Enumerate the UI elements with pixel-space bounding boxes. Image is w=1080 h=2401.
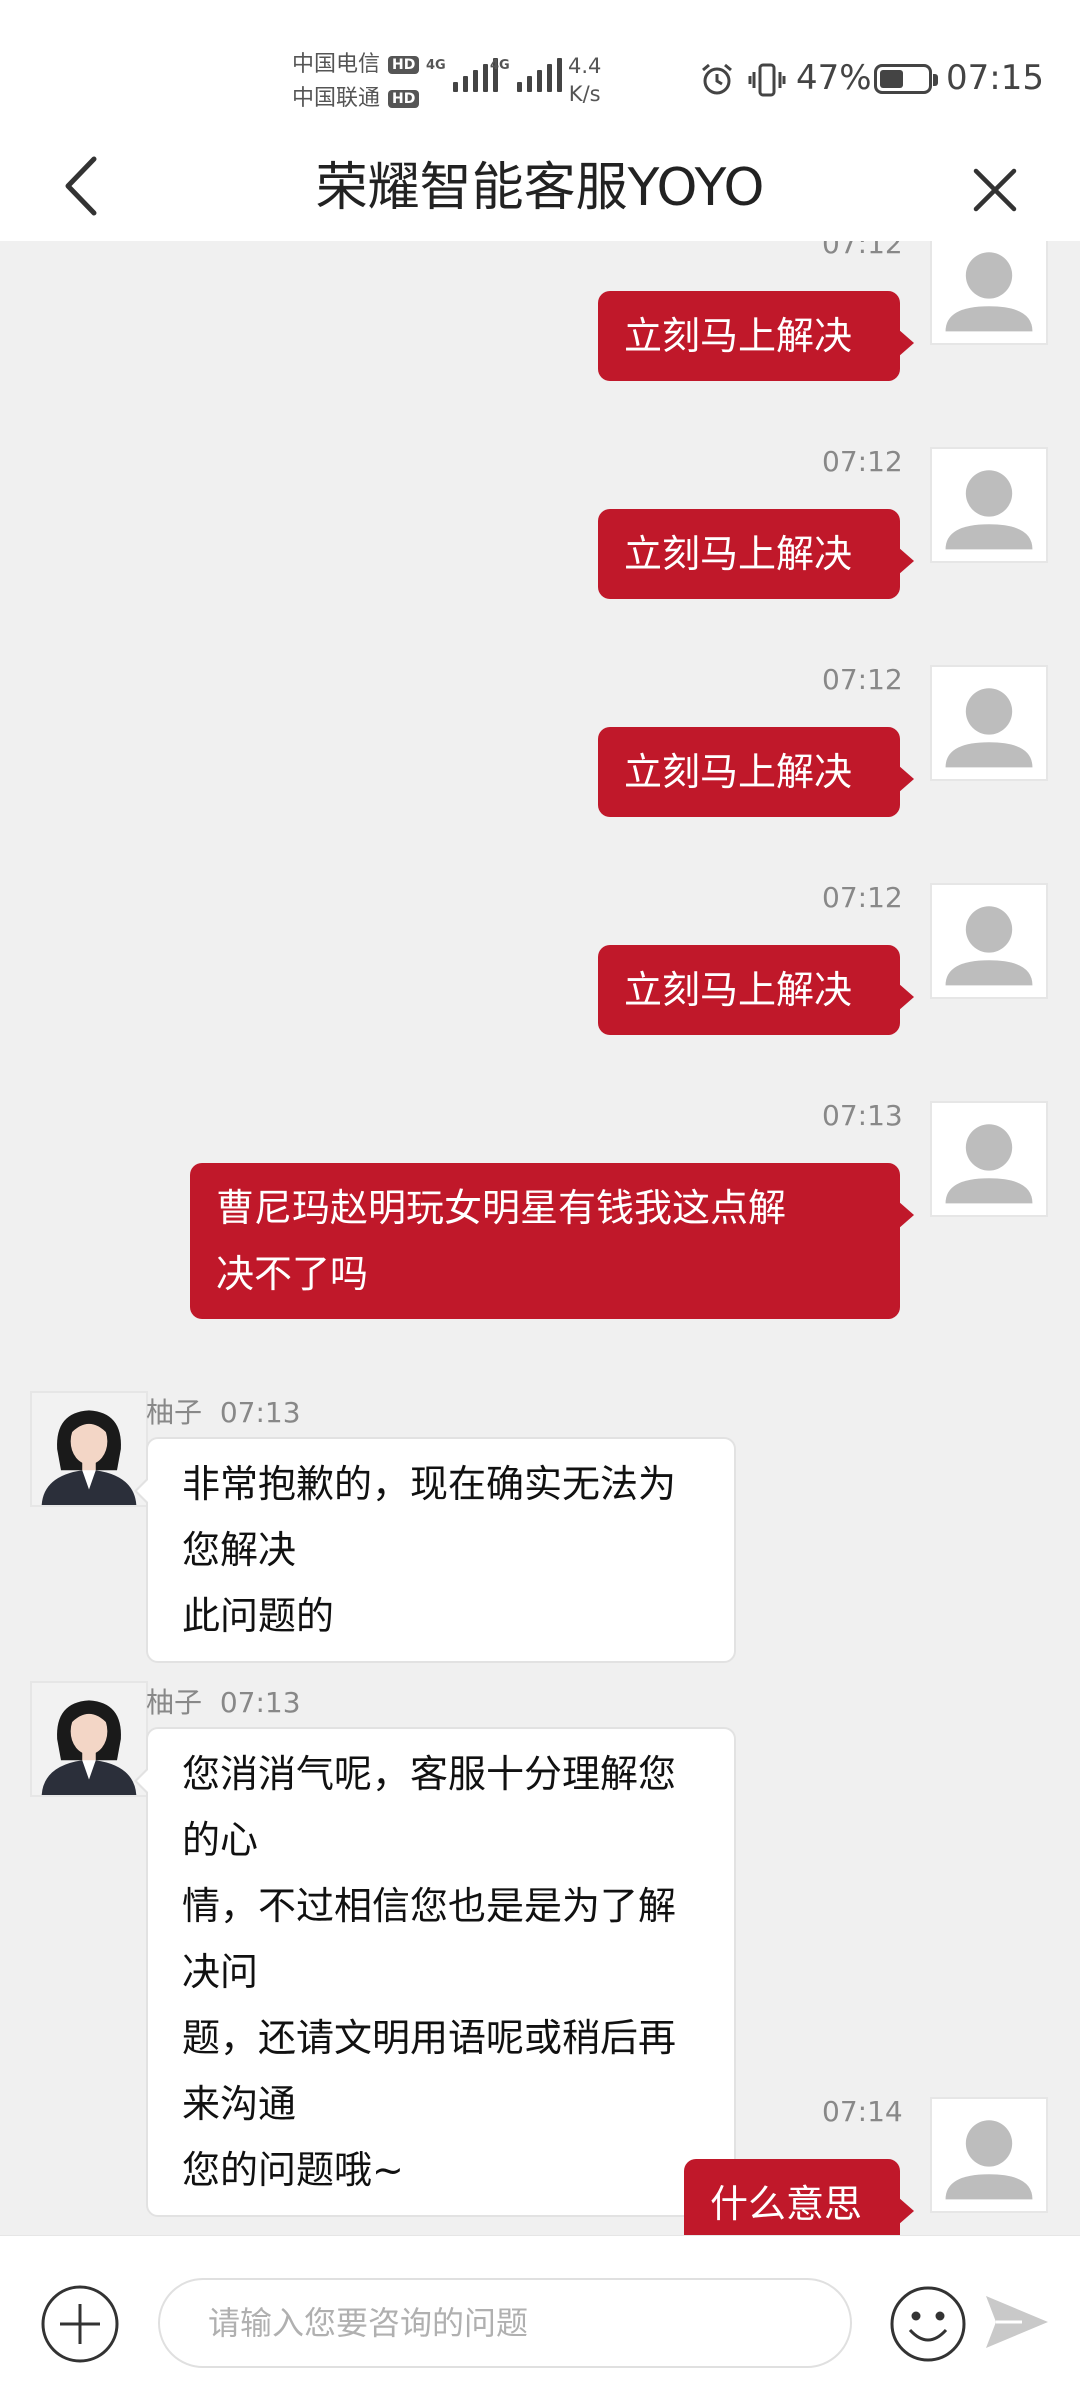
message-input[interactable]: [158, 2278, 852, 2368]
message-line: 题，还请文明用语呢或稍后再来沟通: [182, 2016, 677, 2126]
input-bar: [0, 2235, 1080, 2401]
message-timestamp: 07:12: [822, 241, 903, 260]
battery-icon: [874, 64, 938, 94]
message-line: 您消消气呢，客服十分理解您的心: [182, 1752, 677, 1862]
vibrate-icon: [748, 63, 786, 97]
message-timestamp: 07:14: [822, 2095, 903, 2128]
user-message-bubble[interactable]: 立刻马上解决: [598, 509, 914, 599]
message-line: 您的问题哦~: [182, 2148, 404, 2192]
battery-percentage: 47%: [796, 58, 872, 98]
status-bar: 中国电信 HD 中国联通 HD 4G 4G 4.4 K/s 47% 07:15: [0, 0, 1080, 135]
message-line: 非常抱歉的，现在确实无法为您解决: [182, 1462, 677, 1572]
message-line: 此问题的: [182, 1594, 335, 1638]
page-title: 荣耀智能客服YOYO: [315, 158, 765, 218]
carrier-2: 中国联通: [292, 86, 381, 111]
user-avatar[interactable]: [930, 2097, 1048, 2213]
hd-badge: HD: [388, 90, 420, 108]
send-icon[interactable]: [982, 2290, 1052, 2354]
user-message-bubble[interactable]: 立刻马上解决: [598, 727, 914, 817]
signal-icon: 4G: [490, 58, 562, 92]
message-line: 曹尼玛赵明玩女明星有钱我这点解: [216, 1186, 787, 1230]
message-line: 决不了吗: [216, 1252, 369, 1296]
message-timestamp: 07:12: [822, 881, 903, 914]
alarm-icon: [702, 63, 732, 95]
status-time: 07:15: [946, 58, 1044, 98]
message-timestamp: 07:13: [822, 1099, 903, 1132]
user-avatar[interactable]: [930, 447, 1048, 563]
agent-name: 柚子 07:13: [146, 1396, 301, 1429]
agent-message-bubble[interactable]: 非常抱歉的，现在确实无法为您解决 此问题的: [134, 1437, 736, 1663]
close-icon[interactable]: [960, 155, 1030, 225]
message-line: 情，不过相信您也是是为了解决问: [182, 1884, 677, 1994]
message-timestamp: 07:12: [822, 445, 903, 478]
agent-name: 柚子 07:13: [146, 1686, 301, 1719]
user-message-bubble[interactable]: 曹尼玛赵明玩女明星有钱我这点解 决不了吗: [190, 1163, 914, 1319]
chat-header: 荣耀智能客服YOYO: [0, 135, 1080, 241]
chat-message-list[interactable]: 07:12 立刻马上解决 07:12 立刻马上解决 07:12 立刻马上解决 0…: [0, 241, 1080, 2235]
hd-badge: HD: [388, 56, 420, 74]
signal-icon: 4G: [426, 58, 498, 92]
user-message-bubble[interactable]: 立刻马上解决: [598, 291, 914, 381]
user-avatar[interactable]: [930, 665, 1048, 781]
message-timestamp: 07:12: [822, 663, 903, 696]
network-speed: 4.4 K/s: [568, 54, 602, 106]
user-message-bubble[interactable]: 什么意思: [684, 2159, 914, 2235]
carrier-1: 中国电信: [292, 52, 381, 77]
agent-avatar[interactable]: [30, 1681, 148, 1797]
user-avatar[interactable]: [930, 883, 1048, 999]
agent-avatar[interactable]: [30, 1391, 148, 1507]
user-message-bubble[interactable]: 立刻马上解决: [598, 945, 914, 1035]
user-avatar[interactable]: [930, 241, 1048, 345]
plus-circle-icon[interactable]: [40, 2284, 120, 2364]
smiley-icon[interactable]: [888, 2284, 968, 2364]
agent-message-bubble[interactable]: 您消消气呢，客服十分理解您的心 情，不过相信您也是是为了解决问 题，还请文明用语…: [134, 1727, 736, 2217]
carrier-info: 中国电信 HD 中国联通 HD: [292, 48, 420, 116]
user-avatar[interactable]: [930, 1101, 1048, 1217]
